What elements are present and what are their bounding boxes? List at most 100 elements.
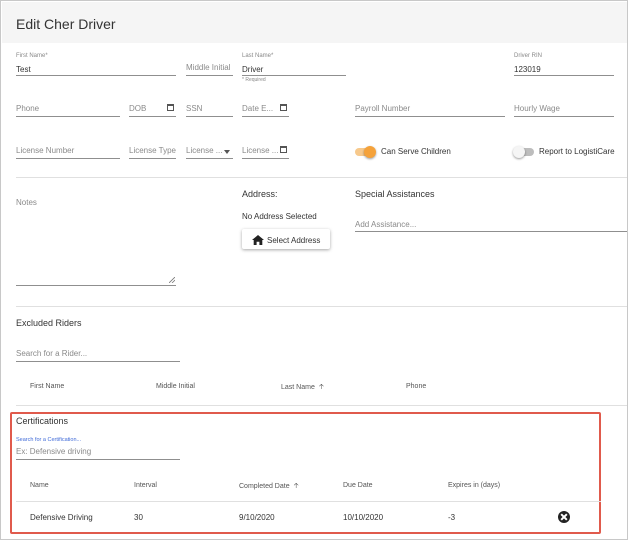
column-header-due-date[interactable]: Due Date <box>343 482 373 489</box>
divider <box>16 405 627 406</box>
middle-initial-placeholder: Middle Initial <box>186 63 231 72</box>
dob-field[interactable]: DOB <box>129 103 176 117</box>
column-header-completed-date-label: Completed Date <box>239 483 290 490</box>
ssn-placeholder: SSN <box>186 104 203 113</box>
license-type-field[interactable]: License Type <box>129 146 176 160</box>
certifications-highlight-box <box>10 412 601 534</box>
select-address-button[interactable]: Select Address <box>242 229 330 249</box>
search-rider-input[interactable]: Search for a Rider... <box>16 348 180 362</box>
license-class-select[interactable]: License ... <box>186 146 233 160</box>
license-number-underline <box>16 158 120 159</box>
date-employed-field[interactable]: Date E... <box>242 103 289 117</box>
notes-underline <box>16 285 176 286</box>
column-header-first-name[interactable]: First Name <box>30 383 64 390</box>
can-serve-children-toggle[interactable] <box>355 146 376 158</box>
column-header-last-name[interactable]: Last Name 🡡 <box>281 383 324 394</box>
toggle-knob <box>364 146 376 158</box>
resize-handle-icon[interactable] <box>169 277 175 283</box>
license-expiry-placeholder: License ... <box>242 146 279 155</box>
phone-placeholder: Phone <box>16 104 40 113</box>
ssn-field[interactable]: SSN <box>186 103 233 117</box>
last-name-value: Driver <box>242 65 264 74</box>
hourly-wage-underline <box>514 116 614 117</box>
chevron-down-icon <box>224 150 230 154</box>
remove-circle-icon[interactable] <box>558 511 570 523</box>
first-name-underline <box>16 75 176 76</box>
divider <box>16 306 627 307</box>
add-assistance-input[interactable]: Add Assistance... <box>355 219 627 233</box>
last-name-label: Last Name* <box>242 53 274 59</box>
column-header-completed-date[interactable]: Completed Date 🡡 <box>239 482 299 493</box>
add-assistance-underline <box>355 231 627 232</box>
dob-placeholder: DOB <box>129 104 147 113</box>
payroll-number-underline <box>355 116 505 117</box>
middle-initial-underline <box>186 75 233 76</box>
report-logisticare-toggle[interactable] <box>513 146 534 158</box>
phone-underline <box>16 116 120 117</box>
divider <box>16 501 601 502</box>
payroll-number-placeholder: Payroll Number <box>355 104 411 113</box>
payroll-number-field[interactable]: Payroll Number <box>355 103 505 117</box>
last-name-hint: * Required <box>242 77 266 83</box>
home-icon <box>252 235 264 245</box>
notes-placeholder: Notes <box>16 198 37 207</box>
middle-initial-field[interactable]: Middle Initial <box>186 53 233 79</box>
driver-rin-underline <box>514 75 614 76</box>
column-header-interval[interactable]: Interval <box>134 482 157 489</box>
cert-expires-cell: -3 <box>448 513 456 522</box>
special-assistances-label: Special Assistances <box>355 189 435 199</box>
hourly-wage-placeholder: Hourly Wage <box>514 104 560 113</box>
select-address-label: Select Address <box>267 236 321 245</box>
column-header-expires[interactable]: Expires in (days) <box>448 482 500 489</box>
first-name-label: First Name* <box>16 53 48 59</box>
first-name-field[interactable]: First Name* Test <box>16 53 176 79</box>
dob-underline <box>129 116 176 117</box>
calendar-icon[interactable] <box>167 104 174 111</box>
cert-interval-cell: 30 <box>134 513 143 522</box>
license-class-placeholder: License ... <box>186 146 223 155</box>
column-header-last-name-label: Last Name <box>281 384 315 391</box>
last-name-field[interactable]: Last Name* Driver * Required <box>242 53 346 85</box>
report-logisticare-label: Report to LogistiCare <box>539 147 615 156</box>
excluded-riders-title: Excluded Riders <box>16 318 82 328</box>
driver-rin-field[interactable]: Driver RIN 123019 <box>514 53 614 79</box>
driver-rin-value: 123019 <box>514 65 541 74</box>
search-certification-underline <box>16 459 180 460</box>
cert-completed-cell: 9/10/2020 <box>239 513 275 522</box>
search-certification-input[interactable]: Search for a Certification... Ex: Defens… <box>16 437 180 460</box>
hourly-wage-field[interactable]: Hourly Wage <box>514 103 614 117</box>
search-certification-placeholder: Ex: Defensive driving <box>16 447 92 456</box>
add-assistance-placeholder: Add Assistance... <box>355 220 417 229</box>
driver-rin-label: Driver RIN <box>514 53 542 59</box>
sort-ascending-icon: 🡡 <box>293 483 299 490</box>
column-header-middle-initial[interactable]: Middle Initial <box>156 383 195 390</box>
notes-textarea[interactable]: Notes <box>16 198 176 288</box>
column-header-name[interactable]: Name <box>30 482 49 489</box>
search-rider-underline <box>16 361 180 362</box>
calendar-icon[interactable] <box>280 104 287 111</box>
license-expiry-underline <box>242 158 289 159</box>
first-name-value: Test <box>16 65 31 74</box>
sort-ascending-icon: 🡡 <box>318 384 324 391</box>
last-name-underline <box>242 75 346 76</box>
can-serve-children-label: Can Serve Children <box>381 147 451 156</box>
ssn-underline <box>186 116 233 117</box>
cert-name-cell: Defensive Driving <box>30 513 93 522</box>
phone-field[interactable]: Phone <box>16 103 120 117</box>
license-number-placeholder: License Number <box>16 146 75 155</box>
license-class-underline <box>186 158 233 159</box>
dialog-title: Edit Cher Driver <box>16 16 116 32</box>
divider <box>16 177 627 178</box>
address-status: No Address Selected <box>242 212 317 221</box>
search-rider-placeholder: Search for a Rider... <box>16 349 88 358</box>
license-type-placeholder: License Type <box>129 146 176 155</box>
license-expiry-field[interactable]: License ... <box>242 146 289 160</box>
license-type-underline <box>129 158 176 159</box>
certifications-title: Certifications <box>16 416 69 426</box>
toggle-knob <box>513 146 525 158</box>
license-number-field[interactable]: License Number <box>16 146 120 160</box>
date-employed-placeholder: Date E... <box>242 104 274 113</box>
column-header-phone[interactable]: Phone <box>406 383 426 390</box>
address-label: Address: <box>242 189 278 199</box>
calendar-icon[interactable] <box>280 146 287 153</box>
